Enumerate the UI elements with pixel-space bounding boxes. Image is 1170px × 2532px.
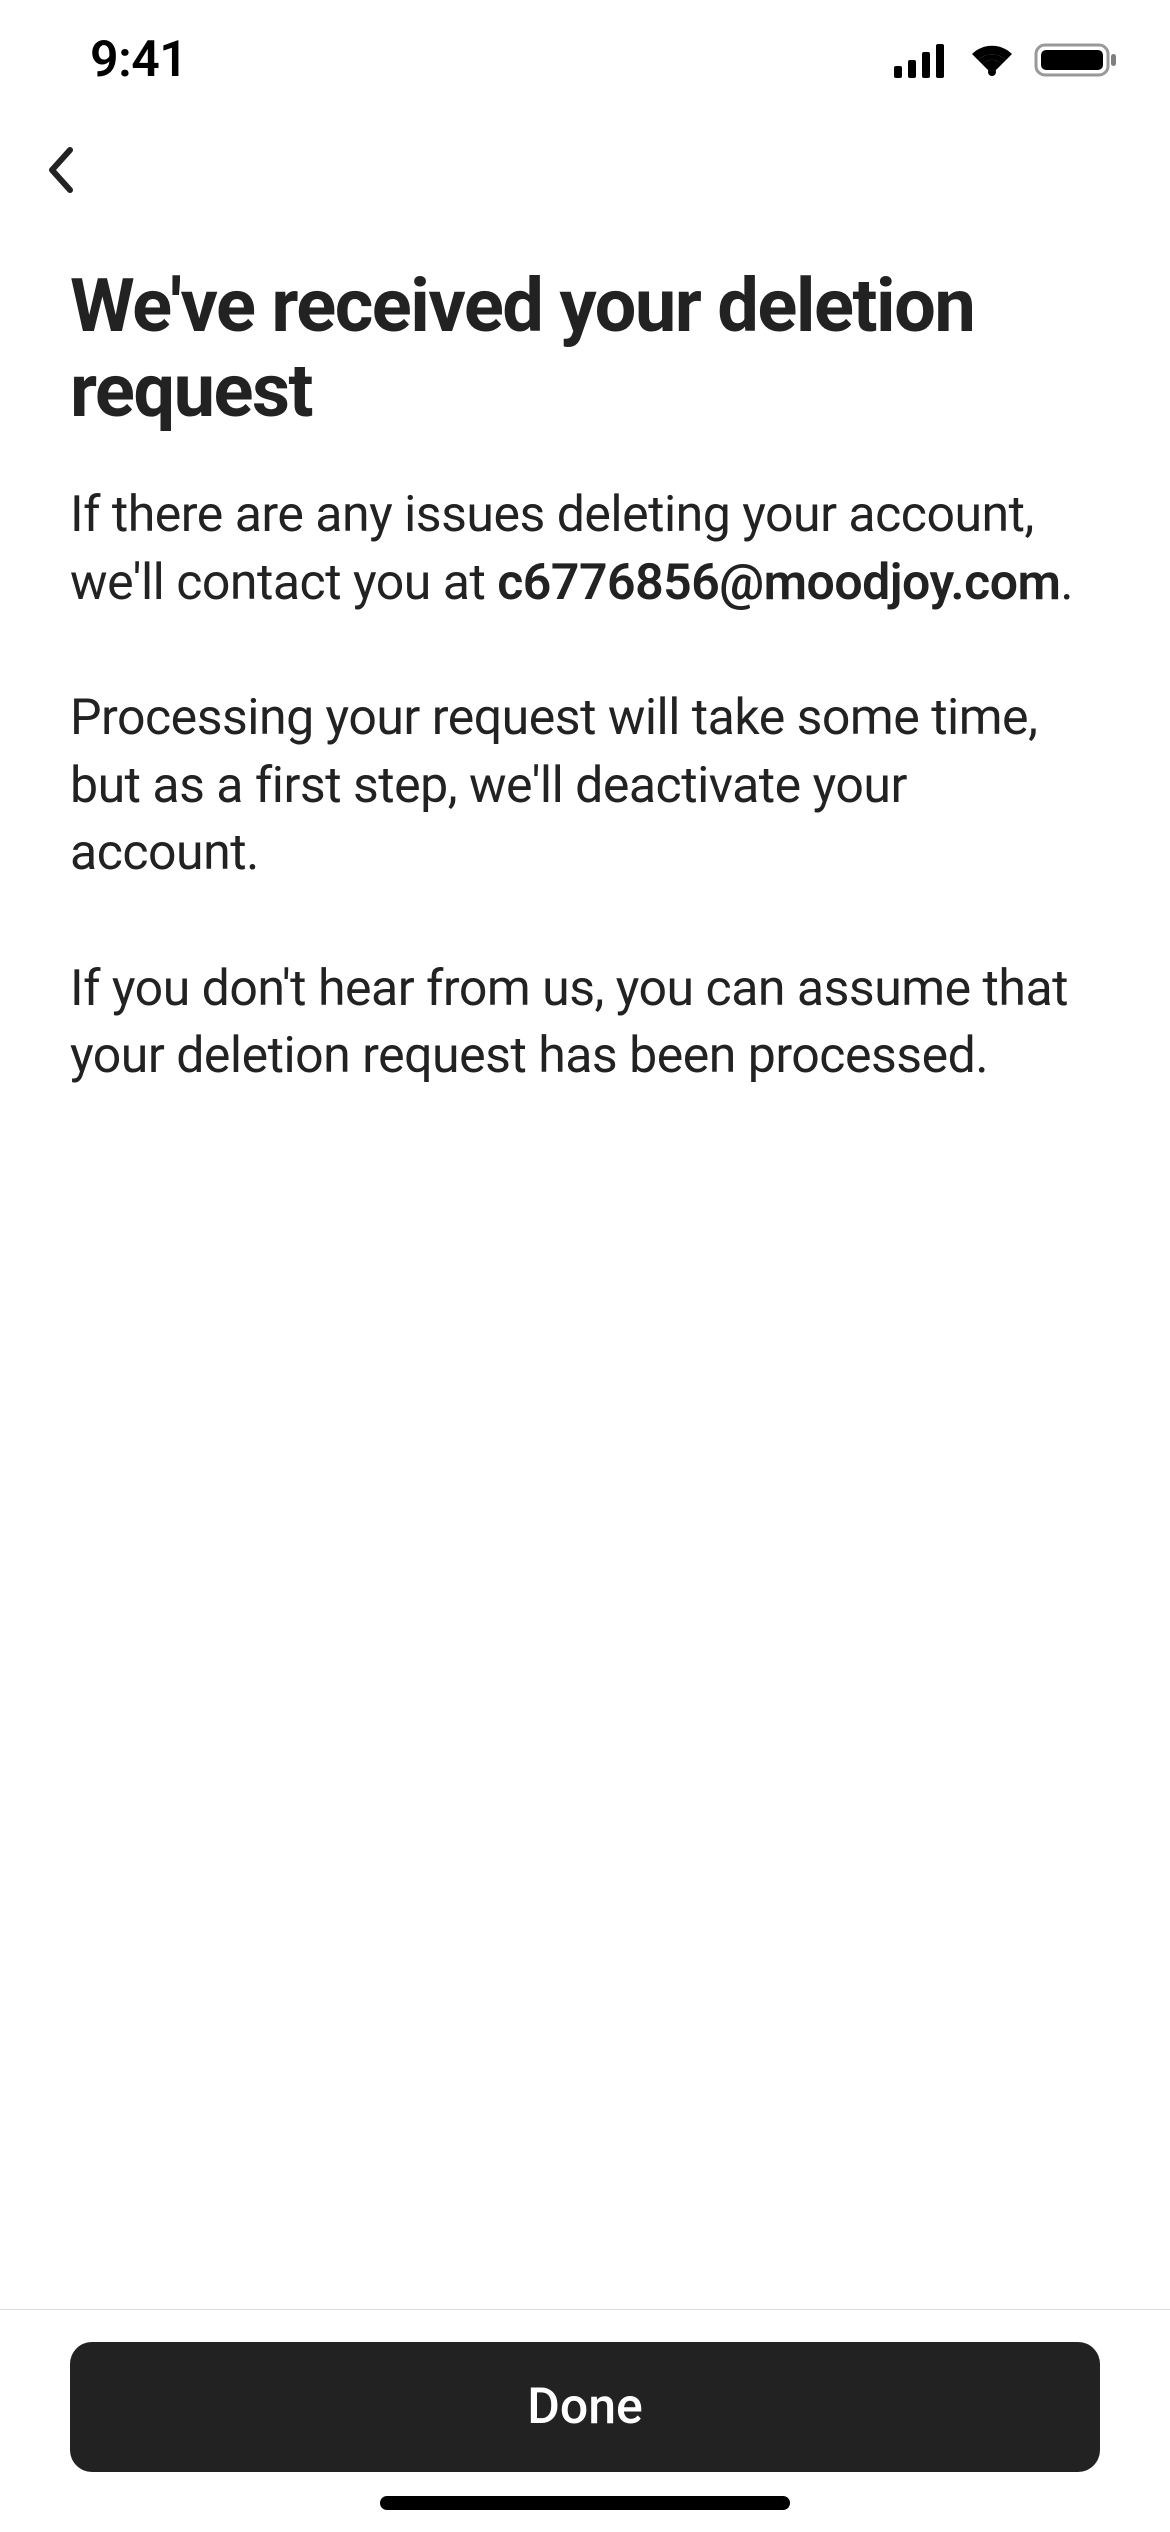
wifi-icon [966, 42, 1018, 78]
main-content: We've received your deletion request If … [0, 224, 1170, 1091]
cellular-signal-icon [894, 42, 950, 78]
chevron-left-icon [40, 140, 84, 200]
done-button[interactable]: Done [70, 2342, 1100, 2472]
back-button[interactable] [0, 110, 124, 220]
status-indicators [894, 41, 1120, 79]
battery-icon [1034, 41, 1120, 79]
page-title: We've received your deletion request [70, 264, 1100, 434]
body-text: If there are any issues deleting your ac… [70, 482, 1100, 1091]
home-indicator [380, 2496, 790, 2510]
status-time: 9:41 [90, 31, 187, 89]
paragraph-assume: If you don't hear from us, you can assum… [70, 956, 1100, 1091]
contact-email: c6776856@moodjoy.com [497, 554, 1060, 612]
status-bar: 9:41 [0, 0, 1170, 110]
paragraph-contact: If there are any issues deleting your ac… [70, 482, 1100, 617]
paragraph-contact-end: . [1060, 554, 1073, 612]
paragraph-processing: Processing your request will take some t… [70, 685, 1100, 888]
